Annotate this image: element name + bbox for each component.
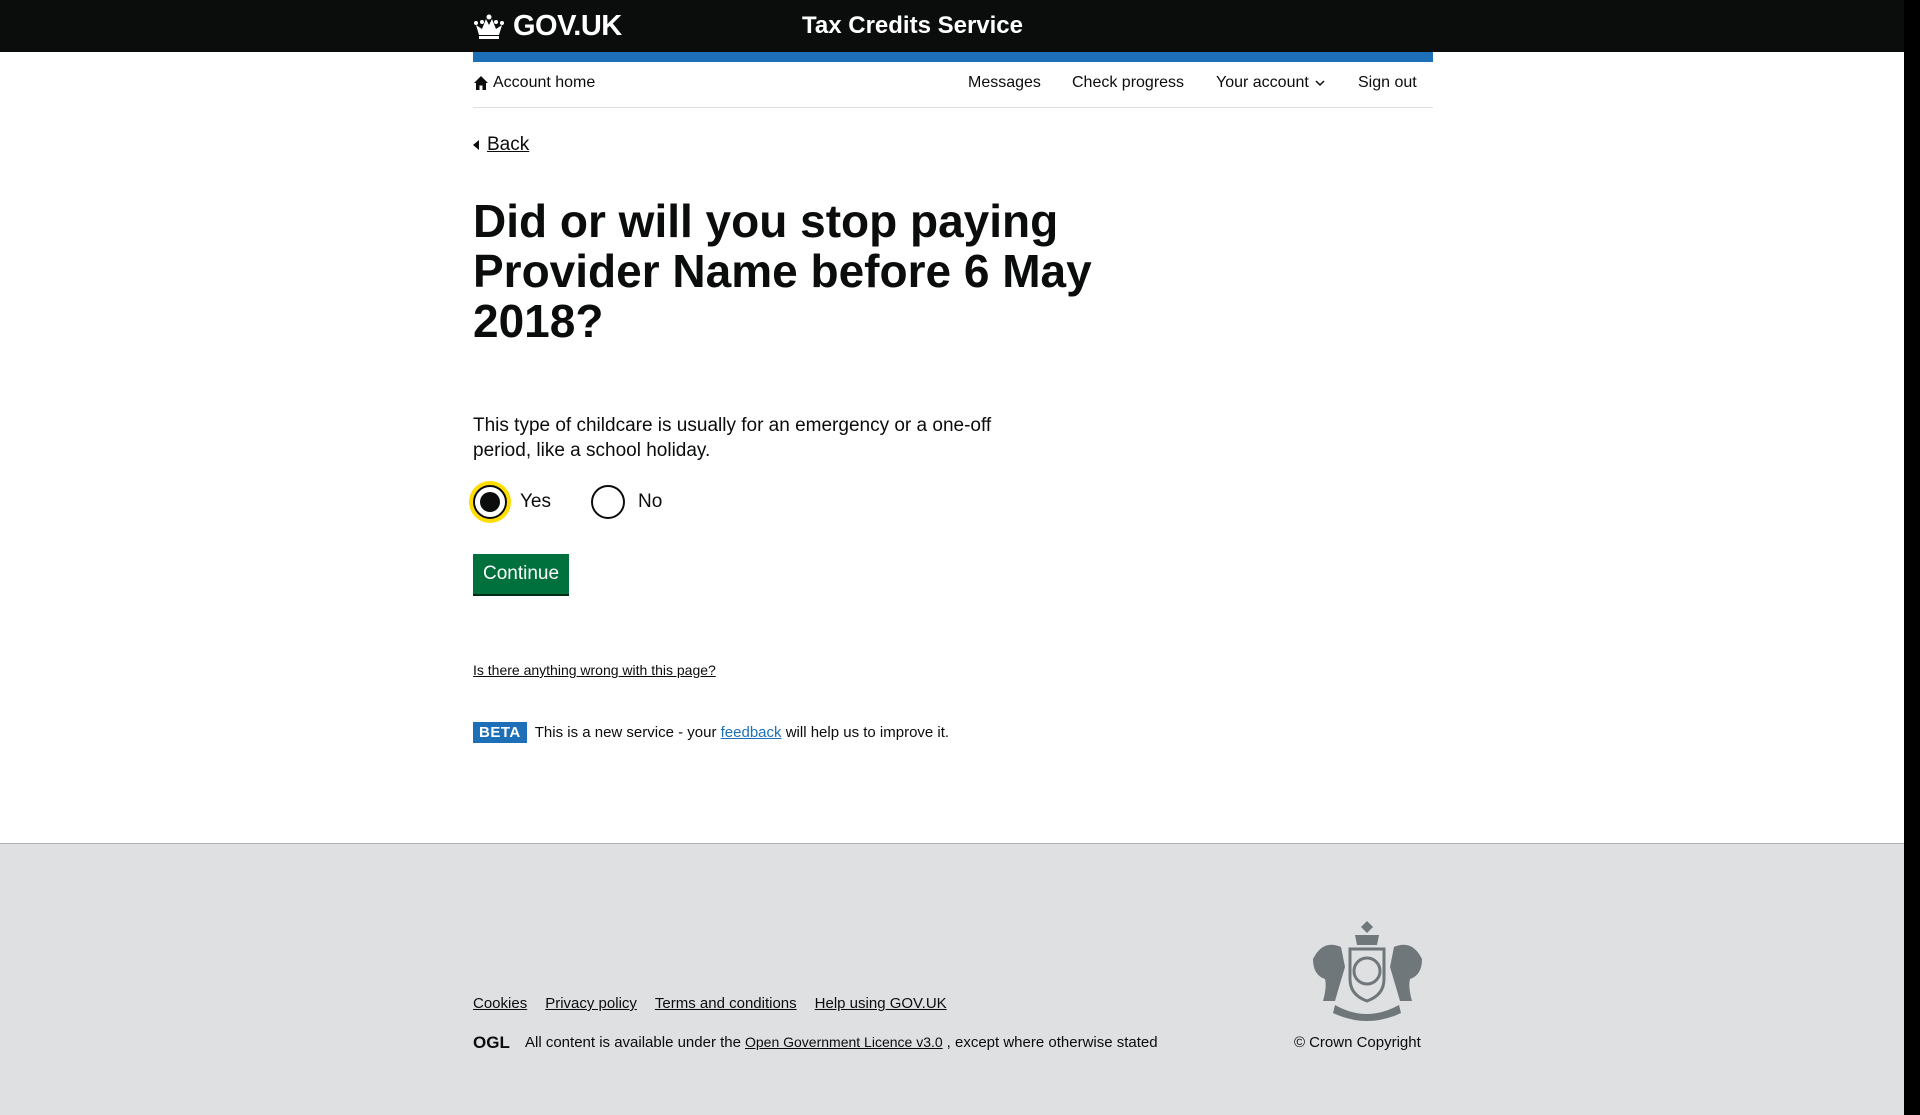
question-hint: This type of childcare is usually for an… [473,415,992,461]
royal-coat-of-arms-icon [1313,921,1422,1021]
footer-link-help[interactable]: Help using GOV.UK [815,995,947,1012]
back-link[interactable]: Back [473,134,529,156]
footer-links: Cookies Privacy policy Terms and conditi… [473,995,947,1012]
nav-check-progress-link[interactable]: Check progress [1072,74,1184,92]
service-name[interactable]: Tax Credits Service [802,12,1023,40]
nav-sign-out-link[interactable]: Sign out [1358,74,1417,92]
account-nav: Account home Messages Check progress You… [473,62,1433,108]
crown-copyright-link[interactable]: Crown Copyright [1309,1034,1421,1051]
page: GOV.UK Tax Credits Service Account home … [0,0,1904,1115]
radio-yes[interactable]: Yes [473,482,551,522]
beta-text-after: will help us to improve it. [785,724,950,741]
site-header: GOV.UK Tax Credits Service [0,0,1904,52]
copyright-notice: © Crown Copyright [1294,1034,1421,1051]
header-blue-bar [473,52,1433,62]
continue-button[interactable]: Continue [473,554,570,594]
crown-icon [474,14,504,39]
back-arrow-icon [473,140,479,150]
nav-your-account-menu[interactable]: Your account [1216,74,1325,92]
radio-yes-circle[interactable] [473,485,507,519]
beta-text-before: This is a new service - your [534,724,717,741]
footer-link-privacy[interactable]: Privacy policy [545,995,637,1012]
window-edge [1904,0,1920,1115]
radio-no-circle[interactable] [591,485,625,519]
radio-no[interactable]: No [591,482,662,522]
account-home-label: Account home [493,74,596,91]
ogl-logo-text: OGL [473,1033,510,1051]
report-problem-link[interactable]: Is there anything wrong with this page? [473,662,716,678]
licence-text-before: All content is available under the [525,1033,741,1051]
radio-no-label[interactable]: No [638,491,662,513]
ogl-logo-icon: OGL [473,1033,510,1051]
nav-your-account-label: Your account [1216,74,1309,91]
feedback-link[interactable]: feedback [721,724,782,741]
chevron-down-icon [1315,79,1325,86]
copyright-symbol: © [1294,1034,1306,1051]
radio-yes-label[interactable]: Yes [520,491,551,513]
open-government-licence-link[interactable]: Open Government Licence v3.0 [745,1034,943,1050]
beta-tag: BETA [473,722,527,743]
govuk-logo-link[interactable]: GOV.UK [473,10,622,42]
radio-selected-dot [480,492,500,512]
account-home-link[interactable]: Account home [473,74,595,92]
logo-text: GOV.UK [513,9,622,42]
beta-banner: BETA This is a new service - your feedba… [473,722,949,743]
footer-link-terms[interactable]: Terms and conditions [655,995,797,1012]
site-footer: Cookies Privacy policy Terms and conditi… [0,843,1904,1115]
back-link-label: Back [487,134,530,155]
nav-messages-link[interactable]: Messages [968,74,1041,92]
footer-link-cookies[interactable]: Cookies [473,995,527,1012]
licence-statement: OGL All content is available under the O… [473,1033,1158,1051]
home-icon [474,76,488,90]
page-title: Did or will you stop paying Provider Nam… [473,195,1092,347]
licence-text-after: , except where otherwise stated [946,1033,1158,1051]
